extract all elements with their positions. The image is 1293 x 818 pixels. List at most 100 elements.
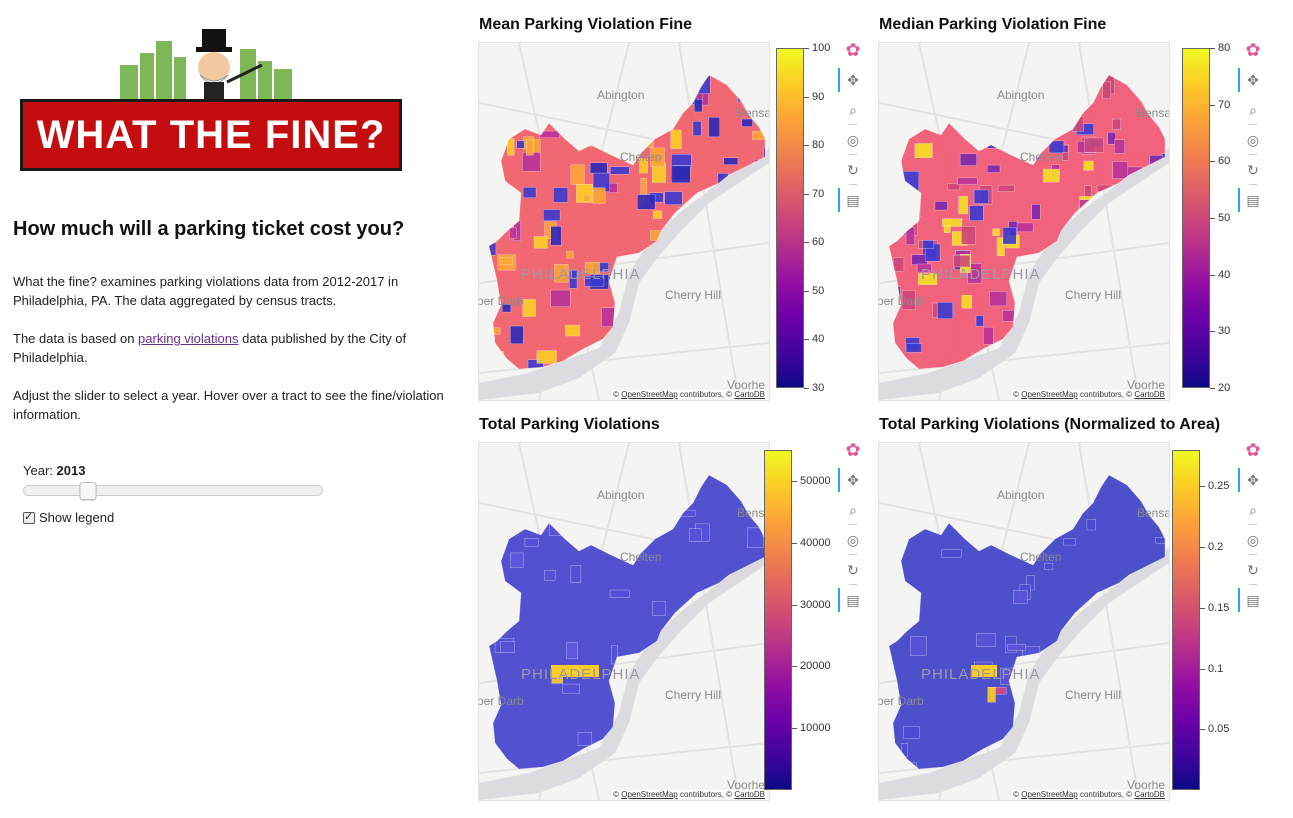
bokeh-logo-icon[interactable]: ✿	[1240, 438, 1266, 462]
box-zoom-icon[interactable]: ⌕	[1240, 98, 1266, 122]
hover-icon[interactable]: ▤	[1240, 188, 1266, 212]
mean-fine-panel: Mean Parking Violation Fine Abington Chelt…	[478, 18, 878, 418]
map-place-label: Cherry Hill	[665, 288, 721, 302]
wheel-zoom-icon[interactable]: ◎	[840, 528, 866, 552]
colorbar-tick	[1200, 729, 1205, 730]
reset-icon[interactable]: ↻	[840, 158, 866, 182]
year-slider-handle[interactable]	[80, 482, 97, 500]
map-place-label: per Darb	[879, 294, 924, 308]
colorbar-tick	[792, 543, 797, 544]
map-canvas: AbingtonCheltenPHILADELPHIACherry Hillpe…	[879, 443, 1169, 800]
hover-icon[interactable]: ▤	[840, 588, 866, 612]
colorbar-tick	[1200, 547, 1205, 548]
year-label-text: Year:	[23, 463, 57, 478]
colorbar-tick-label: 40000	[800, 537, 831, 549]
colorbar-tick-label: 70	[812, 188, 824, 200]
show-legend-toggle[interactable]: Show legend	[23, 510, 333, 525]
panel-title: Total Parking Violations (Normalized to …	[879, 416, 1220, 434]
pan-icon[interactable]: ✥	[840, 468, 866, 492]
instructions-paragraph: Adjust the slider to select a year. Hove…	[13, 386, 463, 424]
parking-violations-link[interactable]: parking violations	[138, 331, 238, 346]
intro-section: How much will a parking ticket cost you?…	[13, 218, 463, 443]
colorbar-tick-label: 60	[812, 236, 824, 248]
colorbar-tick	[804, 97, 809, 98]
colorbar-tick	[1210, 388, 1215, 389]
colorbar-tick-label: 0.2	[1208, 541, 1223, 553]
map-place-label: Chelten	[620, 150, 661, 164]
source-paragraph: The data is based on parking violations …	[13, 329, 463, 367]
colorbar-gradient	[764, 450, 792, 790]
colorbar-tick-label: 0.25	[1208, 480, 1229, 492]
bokeh-logo-icon[interactable]: ✿	[1240, 38, 1266, 62]
source-text: The data is based on	[13, 331, 138, 346]
map-place-label: Chelten	[1020, 150, 1061, 164]
colorbar-tick-label: 70	[1218, 99, 1230, 111]
cartodb-link: CartoDB	[734, 390, 765, 399]
wheel-zoom-icon[interactable]: ◎	[1240, 528, 1266, 552]
colorbar-tick	[804, 388, 809, 389]
hover-icon[interactable]: ▤	[840, 188, 866, 212]
map-place-label: per Darb	[479, 694, 524, 708]
colorbar-tick-label: 30	[812, 382, 824, 394]
wheel-zoom-icon[interactable]: ◎	[840, 128, 866, 152]
wheel-zoom-icon[interactable]: ◎	[1240, 128, 1266, 152]
map-place-label: Abington	[597, 488, 644, 502]
osm-link: OpenStreetMap	[1021, 390, 1077, 399]
panel-title: Mean Parking Violation Fine	[479, 16, 692, 34]
colorbar-tick-label: 0.15	[1208, 602, 1229, 614]
colorbar-tick-label: 100	[812, 42, 830, 54]
map-place-label: Abington	[597, 88, 644, 102]
colorbar-tick	[1200, 669, 1205, 670]
colorbar-tick	[792, 605, 797, 606]
reset-icon[interactable]: ↻	[840, 558, 866, 582]
colorbar-tick-label: 40	[1218, 269, 1230, 281]
choropleth-map[interactable]: AbingtonCheltenPHILADELPHIACherry Hillpe…	[478, 442, 770, 801]
colorbar-tick-label: 50	[812, 285, 824, 297]
app-logo: WHAT THE FINE?	[17, 27, 407, 177]
reset-icon[interactable]: ↻	[1240, 558, 1266, 582]
colorbar-tick	[1210, 275, 1215, 276]
colorbar-tick-label: 30	[1218, 325, 1230, 337]
median-fine-panel: Median Parking Violation FineAbingtonChe…	[878, 18, 1278, 418]
year-value: 2013	[57, 463, 86, 478]
colorbar-gradient	[1182, 48, 1210, 388]
show-legend-checkbox[interactable]	[23, 512, 35, 524]
colorbar-tick	[1210, 48, 1215, 49]
pan-icon[interactable]: ✥	[1240, 68, 1266, 92]
box-zoom-icon[interactable]: ⌕	[840, 498, 866, 522]
normalized-violations-panel: Total Parking Violations (Normalized to …	[878, 418, 1278, 818]
hover-icon[interactable]: ▤	[1240, 588, 1266, 612]
map-place-label: Bensal	[737, 106, 769, 120]
cartodb-link: CartoDB	[734, 790, 765, 799]
colorbar-tick-label: 50000	[800, 475, 831, 487]
map-place-label: PHILADELPHIA	[921, 266, 1041, 283]
map-place-label: Bensal	[1137, 106, 1169, 120]
show-legend-label: Show legend	[39, 510, 114, 525]
total-violations-panel: Total Parking Violations AbingtonCheltenP…	[478, 418, 878, 818]
bokeh-logo-icon[interactable]: ✿	[840, 38, 866, 62]
colorbar-tick	[792, 666, 797, 667]
pan-icon[interactable]: ✥	[1240, 468, 1266, 492]
map-place-label: Cherry Hill	[1065, 688, 1121, 702]
logo-banner: WHAT THE FINE?	[20, 99, 402, 171]
colorbar-tick-label: 80	[1218, 42, 1230, 54]
choropleth-map[interactable]: AbingtonCheltenPHILADELPHIACherry Hillpe…	[878, 442, 1170, 801]
year-label: Year: 2013	[23, 463, 333, 478]
reset-icon[interactable]: ↻	[1240, 158, 1266, 182]
box-zoom-icon[interactable]: ⌕	[840, 98, 866, 122]
colorbar-tick-label: 40	[812, 333, 824, 345]
cartodb-link: CartoDB	[1134, 390, 1165, 399]
bokeh-logo-icon[interactable]: ✿	[840, 438, 866, 462]
panel-title: Total Parking Violations	[479, 416, 660, 434]
choropleth-map[interactable]: AbingtonCheltenPHILADELPHIACherry Hillpe…	[478, 42, 770, 401]
colorbar-tick	[1210, 105, 1215, 106]
choropleth-map[interactable]: AbingtonCheltenPHILADELPHIACherry Hillpe…	[878, 42, 1170, 401]
pan-icon[interactable]: ✥	[840, 68, 866, 92]
colorbar-tick	[804, 339, 809, 340]
map-place-label: PHILADELPHIA	[921, 666, 1041, 683]
colorbar-tick	[804, 291, 809, 292]
year-slider[interactable]	[23, 485, 323, 496]
map-place-label: per Darb	[879, 694, 924, 708]
colorbar-tick-label: 0.05	[1208, 723, 1229, 735]
box-zoom-icon[interactable]: ⌕	[1240, 498, 1266, 522]
